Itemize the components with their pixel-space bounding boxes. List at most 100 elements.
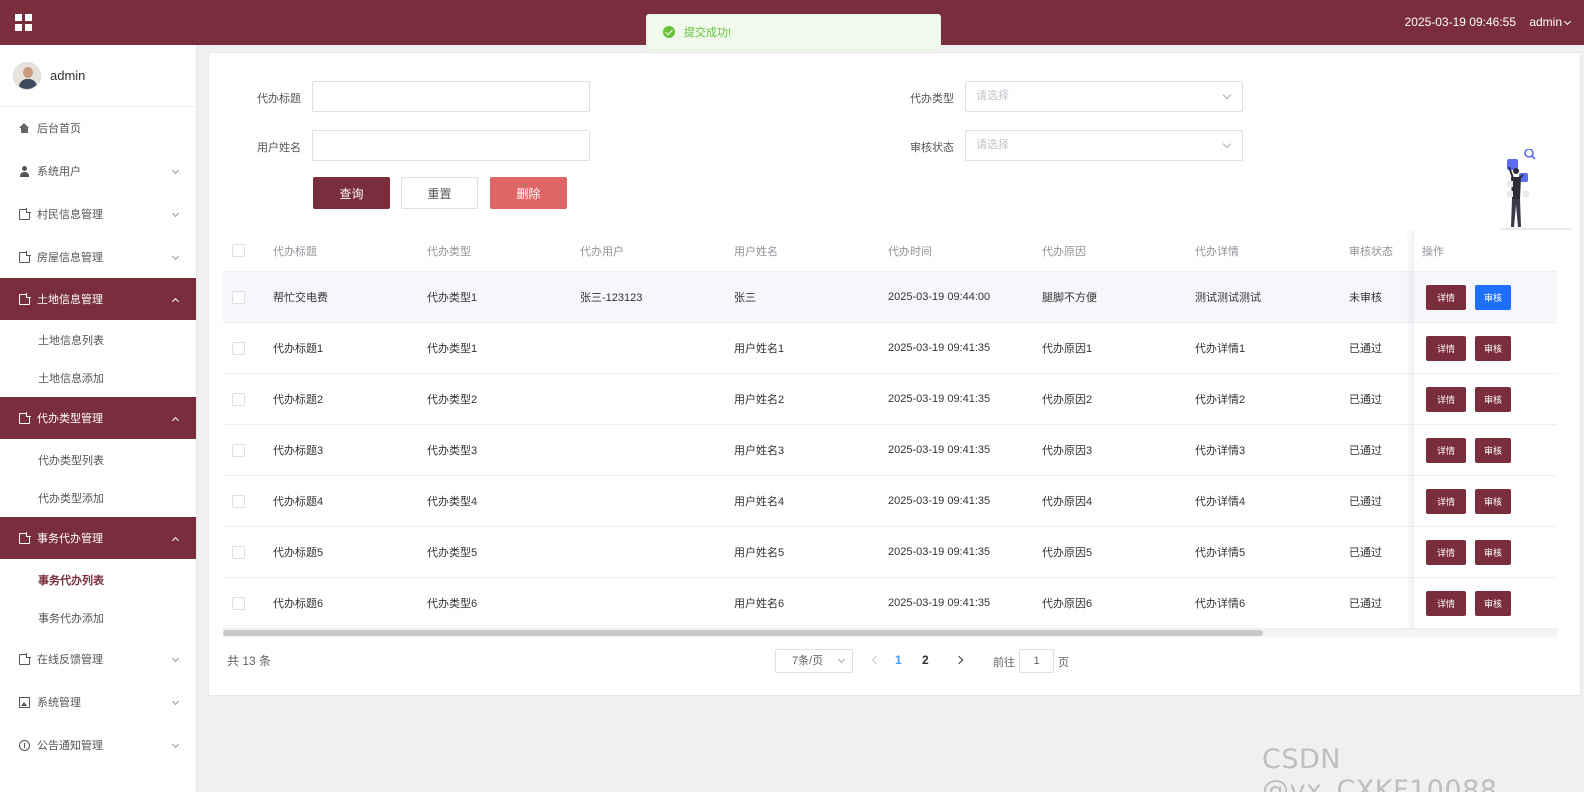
chevron-up-icon — [171, 297, 180, 306]
select-all-checkbox[interactable] — [232, 244, 245, 257]
detail-button[interactable]: 详情 — [1426, 438, 1466, 463]
sidebar-subitem-land-add[interactable]: 土地信息添加 — [0, 359, 196, 397]
sidebar-item-errand-types[interactable]: 代办类型管理 — [0, 397, 196, 439]
table-row[interactable]: 代办标题2 代办类型2 用户姓名2 2025-03-19 09:41:35 代办原因2 代… — [223, 374, 1557, 425]
type-select[interactable]: 请选择 — [965, 81, 1243, 112]
cell-time: 2025-03-19 09:41:35 — [888, 444, 991, 456]
audit-button[interactable]: 审核 — [1475, 336, 1511, 361]
cell-type: 代办类型5 — [427, 547, 478, 559]
sidebar-item-land[interactable]: 土地信息管理 — [0, 278, 196, 320]
cell-time: 2025-03-19 09:41:35 — [888, 342, 991, 354]
sidebar-subitem-type-add[interactable]: 代办类型添加 — [0, 479, 196, 517]
detail-button[interactable]: 详情 — [1426, 387, 1466, 412]
sidebar-item-feedback[interactable]: 在线反馈管理 — [0, 638, 196, 680]
sidebar-subitem-type-list[interactable]: 代办类型列表 — [0, 441, 196, 479]
audit-button[interactable]: 审核 — [1475, 438, 1511, 463]
sidebar-item-houses[interactable]: 房屋信息管理 — [0, 236, 196, 278]
row-checkbox[interactable] — [232, 546, 245, 559]
sidebar-item-home[interactable]: 后台首页 — [0, 107, 196, 149]
table-row[interactable]: 代办标题1 代办类型1 用户姓名1 2025-03-19 09:41:35 代办原因1 代… — [223, 323, 1557, 374]
sidebar-item-system[interactable]: 系统管理 — [0, 681, 196, 723]
home-icon — [19, 123, 30, 133]
name-input[interactable] — [312, 130, 590, 161]
next-page-icon[interactable] — [954, 655, 964, 665]
audit-button[interactable]: 审核 — [1475, 387, 1511, 412]
document-icon — [19, 411, 31, 424]
info-icon — [19, 739, 30, 751]
row-actions: 详情 审核 — [1414, 425, 1557, 476]
cell-detail: 代办详情2 — [1195, 394, 1246, 406]
audit-button[interactable]: 审核 — [1475, 489, 1511, 514]
chevron-down-icon — [1563, 17, 1572, 26]
page-2[interactable]: 2 — [922, 653, 929, 667]
horizontal-scrollbar[interactable] — [223, 630, 1263, 636]
cell-detail: 代办详情6 — [1195, 598, 1246, 610]
sidebar-subitem-errand-add[interactable]: 事务代办添加 — [0, 599, 196, 637]
header-status: 审核状态 — [1349, 245, 1393, 258]
cell-name: 用户姓名1 — [734, 343, 785, 355]
table-row[interactable]: 代办标题5 代办类型5 用户姓名5 2025-03-19 09:41:35 代办原因5 代… — [223, 527, 1557, 578]
table-row[interactable]: 帮忙交电费 代办类型1 张三-123123 张三 2025-03-19 09:44:00… — [223, 272, 1557, 323]
cell-reason: 代办原因4 — [1042, 496, 1093, 508]
header-name: 用户姓名 — [734, 245, 778, 258]
detail-button[interactable]: 详情 — [1426, 336, 1466, 361]
sidebar-subitem-label: 土地信息添加 — [38, 373, 104, 385]
cell-status: 已通过 — [1349, 343, 1382, 355]
current-datetime: 2025-03-19 09:46:55 — [1404, 15, 1516, 29]
cell-status: 已通过 — [1349, 394, 1382, 406]
sidebar-item-system-users[interactable]: 系统用户 — [0, 150, 196, 192]
row-checkbox[interactable] — [232, 597, 245, 610]
chevron-down-icon — [1222, 90, 1232, 100]
detail-button[interactable]: 详情 — [1426, 489, 1466, 514]
cell-status: 已通过 — [1349, 547, 1382, 559]
reset-button[interactable]: 重置 — [401, 177, 478, 209]
row-actions: 详情 审核 — [1414, 578, 1557, 629]
title-input[interactable] — [312, 81, 590, 112]
delete-button[interactable]: 删除 — [490, 177, 567, 209]
row-checkbox[interactable] — [232, 444, 245, 457]
sidebar-subitem-label: 代办类型列表 — [38, 455, 104, 467]
cell-type: 代办类型1 — [427, 343, 478, 355]
audit-button[interactable]: 审核 — [1475, 540, 1511, 565]
cell-status: 已通过 — [1349, 496, 1382, 508]
sidebar-subitem-errand-list[interactable]: 事务代办列表 — [0, 561, 196, 599]
sidebar-item-errands[interactable]: 事务代办管理 — [0, 517, 196, 559]
user-menu[interactable]: admin — [1529, 15, 1572, 29]
detail-button[interactable]: 详情 — [1426, 591, 1466, 616]
image-icon — [19, 696, 30, 708]
user-icon — [19, 165, 30, 177]
page-size-select[interactable]: 7条/页 — [775, 649, 853, 673]
table-row[interactable]: 代办标题3 代办类型3 用户姓名3 2025-03-19 09:41:35 代办原因3 代… — [223, 425, 1557, 476]
sidebar-username: admin — [50, 68, 86, 83]
query-button[interactable]: 查询 — [313, 177, 390, 209]
cell-detail: 测试测试测试 — [1195, 292, 1261, 304]
cell-type: 代办类型3 — [427, 445, 478, 457]
audit-button[interactable]: 审核 — [1475, 285, 1511, 310]
sidebar-item-label: 房屋信息管理 — [37, 252, 103, 264]
sidebar-item-villagers[interactable]: 村民信息管理 — [0, 193, 196, 235]
row-checkbox[interactable] — [232, 342, 245, 355]
header-type: 代办类型 — [427, 245, 471, 258]
detail-button[interactable]: 详情 — [1426, 540, 1466, 565]
check-circle-icon — [663, 26, 675, 38]
table-row[interactable]: 代办标题6 代办类型6 用户姓名6 2025-03-19 09:41:35 代办原因6 代… — [223, 578, 1557, 629]
sidebar-subitem-land-list[interactable]: 土地信息列表 — [0, 321, 196, 359]
row-checkbox[interactable] — [232, 495, 245, 508]
chevron-down-icon — [171, 166, 180, 175]
row-checkbox[interactable] — [232, 291, 245, 304]
sidebar-item-notices[interactable]: 公告通知管理 — [0, 724, 196, 766]
detail-button[interactable]: 详情 — [1426, 285, 1466, 310]
cell-user: 张三-123123 — [580, 292, 643, 304]
audit-button[interactable]: 审核 — [1475, 591, 1511, 616]
name-label: 用户姓名 — [257, 142, 301, 154]
table-row[interactable]: 代办标题4 代办类型4 用户姓名4 2025-03-19 09:41:35 代办原因4 代… — [223, 476, 1557, 527]
app-grid-icon[interactable] — [15, 14, 32, 31]
row-checkbox[interactable] — [232, 393, 245, 406]
goto-page-input[interactable]: 1 — [1019, 649, 1054, 673]
chevron-down-icon — [171, 654, 180, 663]
status-select[interactable]: 请选择 — [965, 130, 1243, 161]
chevron-down-icon — [1222, 139, 1232, 149]
sidebar-item-label: 代办类型管理 — [37, 413, 103, 425]
page-1[interactable]: 1 — [895, 653, 902, 667]
prev-page-icon[interactable] — [871, 655, 881, 665]
